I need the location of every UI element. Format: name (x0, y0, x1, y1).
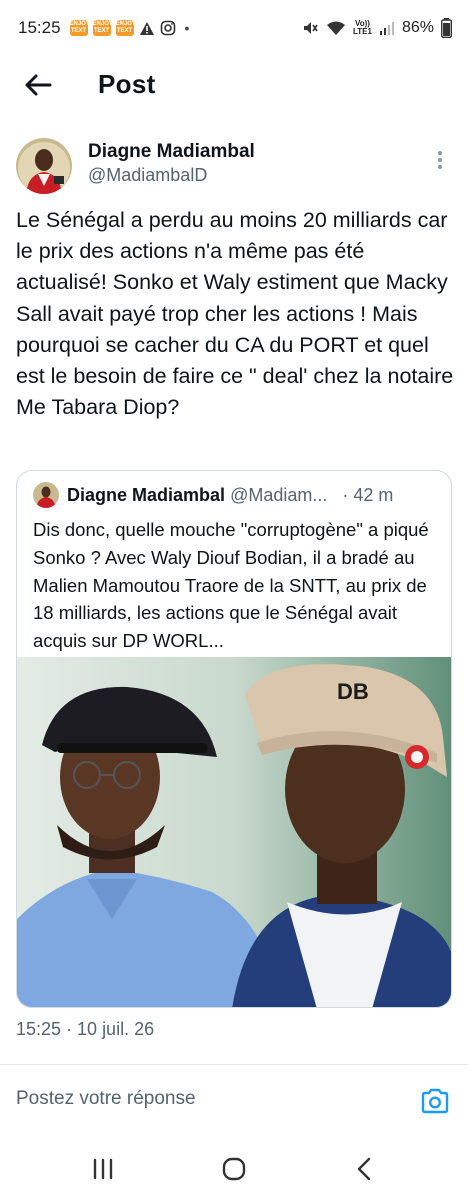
tweet-text: Le Sénégal a perdu au moins 20 milliards… (16, 208, 454, 420)
mute-icon (304, 22, 318, 34)
page-title: Post (98, 69, 156, 99)
quoted-author-name: Diagne Madiambal (67, 485, 226, 505)
quoted-tweet-text: Dis donc, quelle mouche "corruptogène" a… (33, 519, 429, 652)
quoted-tweet-header: Diagne Madiambal @Madiam... · 42 m (67, 485, 447, 506)
quoted-author-avatar (33, 482, 59, 508)
reply-input[interactable]: Postez votre réponse (16, 1088, 396, 1114)
battery-level: 86% (401, 19, 434, 36)
instagram-icon (160, 20, 175, 36)
sonatel-app-icon: ENJOY TEXT (115, 20, 136, 36)
system-navigation-bar (0, 1140, 468, 1199)
recent-apps-icon[interactable] (88, 1154, 118, 1184)
back-chevron-icon[interactable] (350, 1154, 380, 1184)
author-avatar[interactable] (16, 138, 72, 194)
app-header: Post (0, 56, 468, 114)
more-options-icon[interactable] (432, 148, 448, 172)
camera-icon[interactable] (420, 1087, 450, 1115)
warning-icon (139, 21, 154, 35)
author-handle[interactable]: @MadiambalD (88, 165, 207, 186)
cap-logo-text: DB (337, 679, 369, 704)
sonatel-app-icon: ENJOY TEXT (69, 20, 90, 36)
home-icon[interactable] (219, 1154, 249, 1184)
volte-indicator: Vo)) LTE1 (353, 20, 372, 36)
back-arrow-icon[interactable] (22, 69, 54, 101)
more-notifications-dot: • (184, 20, 190, 36)
quoted-tweet-photo[interactable]: DB (17, 657, 451, 1007)
quoted-tweet-time: · 42 m (342, 485, 394, 505)
sonatel-app-icon: ENJOY TEXT (92, 20, 113, 36)
author-name[interactable]: Diagne Madiambal (88, 141, 255, 163)
volte-bottom: LTE1 (353, 27, 372, 36)
status-bar: 15:25 ENJOY TEXT ENJOY TEXT ENJOY TEXT •… (0, 0, 468, 56)
status-time: 15:25 (18, 18, 61, 37)
tweet-timestamp: 15:25 · 10 juil. 26 (16, 1019, 155, 1039)
divider (0, 1064, 468, 1065)
wifi-icon (327, 21, 345, 35)
quoted-author-handle: @Madiam... (230, 485, 328, 505)
battery-icon (441, 18, 452, 38)
signal-icon (379, 22, 394, 35)
quoted-tweet-card[interactable]: Diagne Madiambal @Madiam... · 42 m Dis d… (16, 470, 452, 1008)
